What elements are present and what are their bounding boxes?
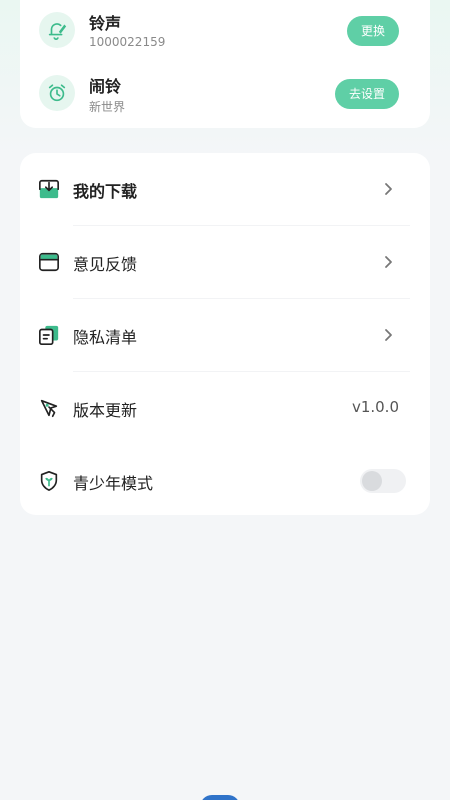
menu-label-teen-mode: 青少年模式 (73, 474, 154, 493)
document-list-icon (37, 323, 61, 347)
ringtone-row[interactable]: 铃声 1000022159 更换 (20, 0, 430, 60)
rocket-icon (37, 396, 61, 420)
bell-edit-icon (39, 12, 75, 48)
menu-item-update[interactable]: 版本更新 v1.0.0 (20, 372, 430, 445)
ringtone-subtitle: 1000022159 (89, 35, 166, 49)
chevron-right-icon (380, 326, 396, 344)
menu-label-privacy: 隐私清单 (73, 328, 138, 347)
bottom-logo-peek (200, 795, 240, 800)
chevron-right-icon (380, 253, 396, 271)
app-version: v1.0.0 (351, 398, 399, 416)
alarm-subtitle: 新世界 (89, 100, 126, 114)
menu-label-update: 版本更新 (73, 401, 138, 420)
menu-item-downloads[interactable]: 我的下载 (20, 153, 430, 226)
change-ringtone-button[interactable]: 更换 (346, 16, 399, 46)
menu-item-feedback[interactable]: 意见反馈 (20, 226, 430, 299)
settings-menu-card: 我的下载 意见反馈 隐私清单 版本更新 v1.0.0 青少年模式 (20, 153, 430, 515)
alarm-title: 闹铃 (89, 77, 122, 96)
alarm-clock-icon (39, 75, 75, 111)
ringtone-title: 铃声 (89, 14, 122, 33)
feedback-box-icon (37, 250, 61, 274)
menu-item-privacy[interactable]: 隐私清单 (20, 299, 430, 372)
download-box-icon (37, 177, 61, 201)
chevron-right-icon (380, 180, 396, 198)
teen-mode-toggle[interactable] (360, 469, 406, 493)
menu-label-downloads: 我的下载 (73, 182, 138, 201)
ring-settings-card: 铃声 1000022159 更换 闹铃 新世界 去设置 (20, 0, 430, 128)
alarm-row[interactable]: 闹铃 新世界 去设置 (20, 63, 430, 123)
menu-label-feedback: 意见反馈 (73, 255, 138, 274)
set-alarm-button[interactable]: 去设置 (334, 79, 399, 109)
toggle-knob (362, 471, 382, 491)
shield-sprout-icon (37, 469, 61, 493)
menu-item-teen-mode[interactable]: 青少年模式 (20, 445, 430, 518)
